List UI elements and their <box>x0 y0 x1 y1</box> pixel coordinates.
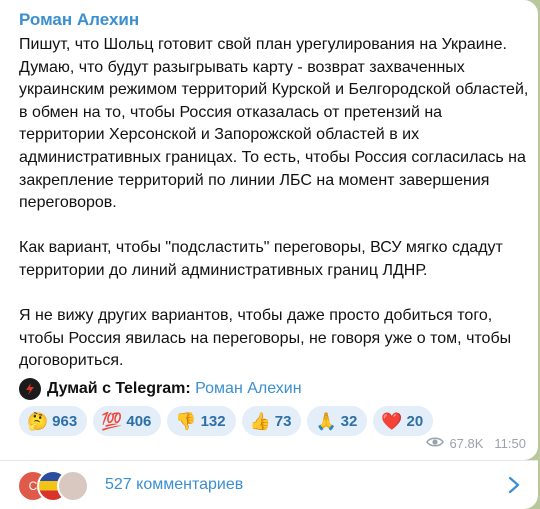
reaction-count: 963 <box>52 412 78 430</box>
promo-separator: : <box>185 380 191 397</box>
reactions-bar: 🤔 963 💯 406 👎 132 👍 73 🙏 32 ❤️ 20 <box>19 406 434 436</box>
reaction-thinking[interactable]: 🤔 963 <box>19 406 88 436</box>
red-heart-icon: ❤️ <box>381 411 403 431</box>
promo-title: Думай с Telegram <box>47 380 186 397</box>
paragraph-2: Как вариант, чтобы "подсластить" перегов… <box>19 239 503 279</box>
message-bubble: Роман Алехин Пишут, что Шольц готовит св… <box>0 0 538 460</box>
view-count: 67.8K <box>449 436 484 451</box>
commenter-avatars: С <box>17 470 97 502</box>
reaction-count: 132 <box>200 412 226 430</box>
comments-bar[interactable]: С 527 комментариев <box>0 460 538 509</box>
reaction-folded-hands[interactable]: 🙏 32 <box>307 406 368 436</box>
comments-count-link[interactable]: 527 комментариев <box>105 476 243 494</box>
promo-line: Думай с Telegram: Роман Алехин <box>19 378 302 400</box>
message-time: 11:50 <box>494 436 526 451</box>
hundred-points-icon: 💯 <box>101 411 123 431</box>
reaction-heart[interactable]: ❤️ 20 <box>373 406 434 436</box>
reaction-hundred[interactable]: 💯 406 <box>93 406 162 436</box>
thumbs-down-icon: 👎 <box>175 411 197 431</box>
paragraph-1: Пишут, что Шольц готовит свой план урегу… <box>19 36 529 212</box>
reaction-count: 406 <box>126 412 152 430</box>
avatar <box>57 470 89 502</box>
thinking-face-icon: 🤔 <box>27 411 49 431</box>
folded-hands-icon: 🙏 <box>315 411 337 431</box>
promo-channel-link[interactable]: Роман Алехин <box>195 380 301 397</box>
reaction-count: 20 <box>406 412 424 430</box>
reaction-thumbs-down[interactable]: 👎 132 <box>167 406 236 436</box>
chevron-right-icon[interactable] <box>508 476 520 499</box>
lightning-icon <box>19 378 41 400</box>
reaction-thumbs-up[interactable]: 👍 73 <box>241 406 302 436</box>
eye-icon <box>426 436 445 451</box>
reaction-count: 32 <box>340 412 358 430</box>
thumbs-up-icon: 👍 <box>249 411 271 431</box>
message-meta: 67.8K 11:50 <box>426 436 526 451</box>
paragraph-3: Я не вижу других вариантов, чтобы даже п… <box>19 307 512 370</box>
reaction-count: 73 <box>274 412 292 430</box>
message-text: Пишут, что Шольц готовит свой план урегу… <box>19 34 529 373</box>
author-name[interactable]: Роман Алехин <box>19 10 139 30</box>
